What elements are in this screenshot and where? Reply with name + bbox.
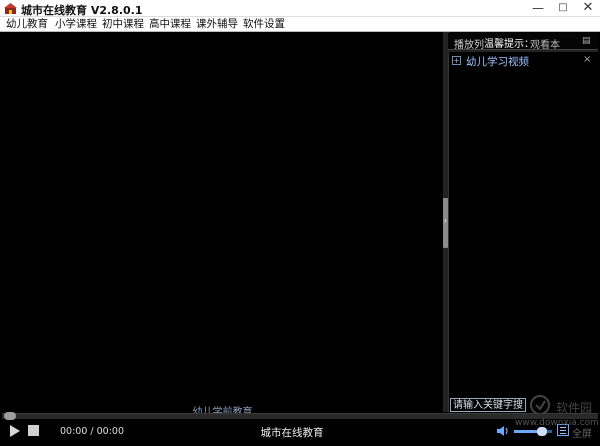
maximize-button[interactable]: □ xyxy=(551,0,575,17)
title-bar: 城市在线教育 V2.8.0.1 — □ ✕ xyxy=(0,0,600,17)
menu-settings[interactable]: 软件设置 xyxy=(243,17,285,31)
list-item[interactable]: + 幼儿学习视频 × xyxy=(452,54,596,68)
menu-tutoring[interactable]: 课外辅导 xyxy=(196,17,238,31)
seek-bar[interactable] xyxy=(2,413,598,419)
tip-text: 观看本 xyxy=(530,40,560,50)
brand-label: 城市在线教育 xyxy=(260,427,324,439)
window-title: 城市在线教育 V2.8.0.1 xyxy=(21,4,143,17)
play-button[interactable] xyxy=(10,425,20,437)
playlist-header-label: 播放列 xyxy=(454,40,484,50)
expand-icon[interactable]: + xyxy=(452,56,461,65)
stop-button[interactable] xyxy=(28,425,39,436)
volume-handle[interactable] xyxy=(537,427,547,436)
playlist-header: 播放列 温馨提示： 观看本 ▤ xyxy=(448,33,598,50)
menu-middle-school[interactable]: 初中课程 xyxy=(102,17,144,31)
close-button[interactable]: ✕ xyxy=(576,0,600,17)
menu-high-school[interactable]: 高中课程 xyxy=(149,17,191,31)
watermark-domain: www.downxia.com xyxy=(515,418,599,428)
menu-preschool[interactable]: 幼儿教育 xyxy=(6,17,48,31)
pin-icon[interactable]: ▤ xyxy=(582,36,591,46)
seek-handle[interactable] xyxy=(4,412,16,420)
playlist-panel xyxy=(448,32,598,412)
time-display: 00:00 / 00:00 xyxy=(60,426,124,437)
tip-label: 温馨提示： xyxy=(484,39,534,50)
playlist-scrollbar[interactable] xyxy=(448,50,598,52)
remove-icon[interactable]: × xyxy=(583,54,591,65)
list-item-label[interactable]: 幼儿学习视频 xyxy=(466,54,529,69)
menu-bar: 幼儿教育 小学课程 初中课程 高中课程 课外辅导 软件设置 xyxy=(0,17,600,32)
menu-primary-school[interactable]: 小学课程 xyxy=(55,17,97,31)
app-icon xyxy=(4,3,17,14)
search-input[interactable] xyxy=(450,398,526,412)
video-area[interactable]: 幼儿学前教育 xyxy=(2,32,443,418)
minimize-button[interactable]: — xyxy=(526,0,550,17)
volume-icon[interactable] xyxy=(496,425,510,437)
